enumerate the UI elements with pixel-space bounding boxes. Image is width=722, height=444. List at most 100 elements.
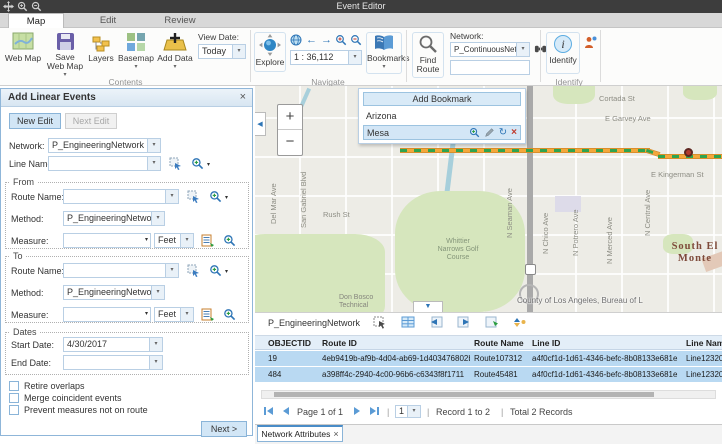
basemap-caret-icon[interactable]: ▾ [118,63,154,70]
prevent-measures-checkbox[interactable] [9,405,19,415]
tab-review[interactable]: Review [152,13,208,28]
page-select-caret-icon[interactable]: ▾ [407,406,420,417]
combo-caret-icon[interactable]: ▾ [180,308,193,321]
panel-network-combo[interactable]: P_EngineeringNetwork ▾ [48,138,161,153]
select-line-on-map-icon[interactable] [169,157,182,170]
combo-caret-icon[interactable]: ▾ [165,264,178,277]
combo-caret-icon[interactable]: ▾ [147,139,160,152]
view-date-combo[interactable]: Today ▾ [198,44,246,59]
explore-button[interactable]: Explore [254,32,286,72]
refresh-table-icon[interactable] [485,316,500,330]
previous-extent-icon[interactable]: ← [305,34,318,47]
bookmark-item-mesa[interactable]: Mesa ↻ × [363,125,521,140]
zoom-to-route-icon[interactable] [209,190,222,203]
tab-network-attributes[interactable]: Network Attributes× [257,425,343,442]
identify-person-icon[interactable] [584,36,597,49]
start-date-combo[interactable]: 4/30/2017 ▾ [63,337,163,352]
bookmark-zoom-to-icon[interactable] [469,127,480,138]
route-search-input[interactable] [450,60,530,75]
retire-overlaps-checkbox[interactable] [9,381,19,391]
add-data-button[interactable]: Add Data ▾ [156,32,194,70]
scrollbar-thumb[interactable] [274,392,654,397]
tab-edit[interactable]: Edit [80,13,136,28]
combo-caret-icon[interactable]: ▾ [151,212,164,225]
combo-caret-icon[interactable]: ▾ [149,338,162,351]
new-edit-button[interactable]: New Edit [9,113,61,129]
zoom-out-tool-icon[interactable] [350,34,363,47]
horizontal-scrollbar[interactable] [261,390,716,399]
merge-coincident-checkbox[interactable] [9,393,19,403]
next-button[interactable]: Next > [201,421,247,437]
previous-page-icon[interactable] [281,406,290,416]
next-attribute-set-icon[interactable] [457,316,472,330]
combo-caret-icon[interactable]: ▾ [165,190,178,203]
add-bookmark-button[interactable]: Add Bookmark [363,92,521,106]
zoom-to-measure-icon[interactable] [223,234,236,247]
first-page-icon[interactable] [263,406,274,416]
sort-icon[interactable] [513,316,528,330]
next-page-icon[interactable] [353,406,362,416]
to-measure-input[interactable]: ▾ [63,307,151,322]
measure-list-icon[interactable] [201,308,214,321]
bookmark-edit-icon[interactable] [484,127,495,138]
basemap-button[interactable]: Basemap ▾ [118,32,154,70]
combo-caret-icon[interactable]: ▾ [180,234,193,247]
tab-map[interactable]: Map [8,13,64,28]
identify-button[interactable]: i Identify [546,32,580,74]
zoom-to-line-icon[interactable] [191,157,204,170]
bookmark-delete-icon[interactable]: × [511,127,517,138]
previous-attribute-set-icon[interactable] [429,316,444,330]
panel-close-icon[interactable]: × [240,91,246,103]
select-route-on-map-icon[interactable] [187,264,200,277]
view-date-caret-icon[interactable]: ▾ [232,45,245,58]
measure-caret-icon[interactable]: ▾ [145,308,150,321]
from-measure-input[interactable]: ▾ [63,233,151,248]
next-edit-button[interactable]: Next Edit [65,113,117,129]
selection-options-icon[interactable] [373,316,388,330]
scale-caret-icon[interactable]: ▾ [348,51,361,64]
next-extent-icon[interactable]: → [320,34,333,47]
collapse-table-down-icon[interactable]: ▼ [413,301,443,312]
zoom-to-measure-icon[interactable] [223,308,236,321]
bookmarks-button[interactable]: Bookmarks ▾ [366,32,402,74]
save-web-map-button[interactable]: Save Web Map ▾ [46,32,84,78]
bookmark-item-arizona[interactable]: Arizona [363,110,521,123]
column-header-objectid[interactable]: OBJECTID [268,336,320,350]
web-map-button[interactable]: Web Map [4,32,42,63]
table-row[interactable]: 484 a398ff4c-2940-4c00-96b6-c6343f8f1711… [255,367,722,383]
full-extent-globe-icon[interactable] [290,34,303,47]
from-method-combo[interactable]: P_EngineeringNetwork ▾ [63,211,165,226]
network-combo[interactable]: P_ContinuousNetwork ▾ [450,42,530,57]
show-selected-records-icon[interactable] [401,316,416,330]
to-route-name-combo[interactable]: ▾ [63,263,179,278]
combo-caret-icon[interactable]: ▾ [147,157,160,170]
column-header-route-name[interactable]: Route Name [474,336,530,350]
find-route-button[interactable]: Find Route [412,32,444,78]
end-date-combo[interactable]: ▾ [63,355,163,370]
table-row[interactable]: 19 4eb9419b-af9b-4d04-ab69-1d403476802b … [255,351,722,367]
page-select-combo[interactable]: 1 ▾ [395,405,421,418]
zoom-in-tool-icon[interactable] [335,34,348,47]
bookmark-refresh-icon[interactable]: ↻ [499,127,507,138]
route-point-marker[interactable] [684,148,693,157]
zoom-options-caret-icon[interactable]: ▾ [225,268,228,275]
tab-close-icon[interactable]: × [333,429,338,439]
combo-caret-icon[interactable]: ▾ [151,286,164,299]
bookmarks-caret-icon[interactable]: ▾ [367,63,401,70]
measure-list-icon[interactable] [201,234,214,247]
network-caret-icon[interactable]: ▾ [516,43,529,56]
to-unit-combo[interactable]: Feet ▾ [154,307,194,322]
line-name-combo[interactable]: ▾ [48,156,161,171]
add-data-caret-icon[interactable]: ▾ [156,63,194,70]
measure-caret-icon[interactable]: ▾ [145,234,150,247]
collapse-panel-left-icon[interactable]: ◀ [255,112,266,136]
last-page-icon[interactable] [369,406,380,416]
column-header-line-id[interactable]: Line ID [532,336,682,350]
from-unit-combo[interactable]: Feet ▾ [154,233,194,248]
zoom-options-caret-icon[interactable]: ▾ [207,161,210,168]
zoom-to-route-icon[interactable] [209,264,222,277]
combo-caret-icon[interactable]: ▾ [149,356,162,369]
layers-button[interactable]: Layers [86,36,116,63]
from-route-name-combo[interactable]: ▾ [63,189,179,204]
select-route-on-map-icon[interactable] [187,190,200,203]
